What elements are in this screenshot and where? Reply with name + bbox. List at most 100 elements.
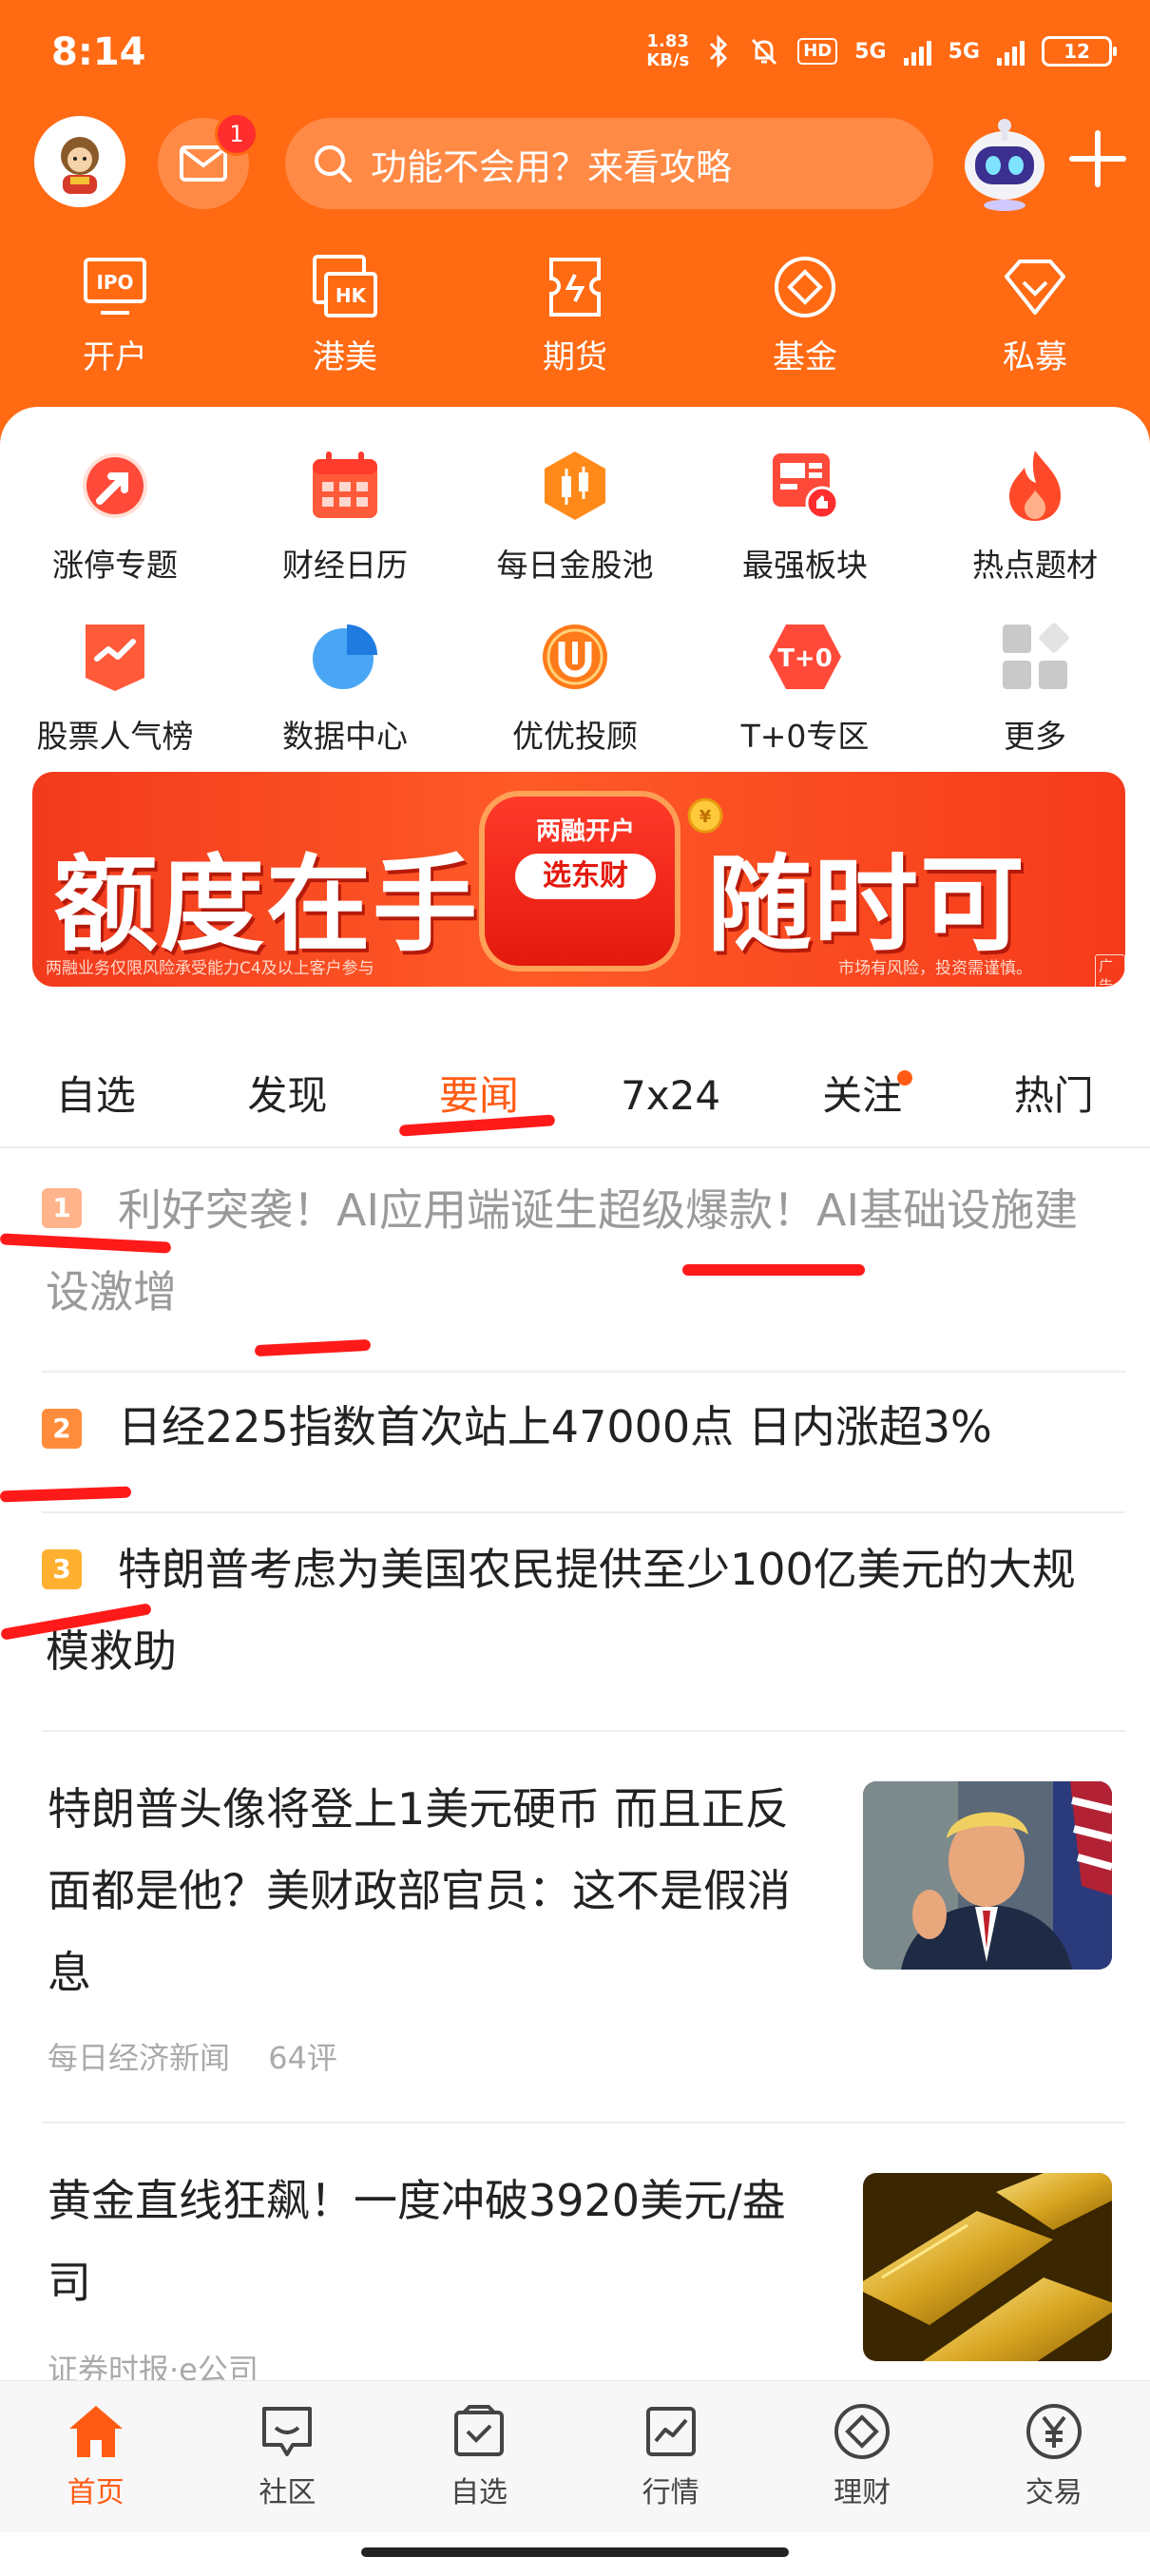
search-icon: [315, 145, 352, 183]
grid-item-more[interactable]: 更多: [920, 616, 1150, 787]
article-title: 黄金直线狂飙！一度冲破3920美元/盎司: [48, 2175, 786, 2308]
ranked-news-title: 日经225指数首次站上47000点 日内涨超3%: [118, 1401, 992, 1452]
grid-item-label: 股票人气榜: [36, 718, 194, 755]
tab-following[interactable]: 关注: [766, 1053, 958, 1146]
svg-text:T+0: T+0: [777, 644, 833, 673]
grid-item-calendar[interactable]: 财经日历: [230, 445, 460, 616]
mute-bell-icon: [752, 38, 777, 66]
search-input[interactable]: 功能不会用？来看攻略: [285, 118, 933, 209]
grid-item-gold-stocks[interactable]: 每日金股池: [460, 445, 690, 616]
bottom-nav-label: 行情: [642, 2476, 700, 2509]
article-meta: 每日经济新闻 64评: [48, 2034, 337, 2078]
banner-badge-main: 选东财: [515, 854, 656, 899]
grid-item-limit-up[interactable]: 涨停专题: [0, 445, 230, 616]
mail-icon: [180, 145, 227, 182]
avatar[interactable]: [34, 116, 125, 207]
ranked-news-item[interactable]: 2 日经225指数首次站上47000点 日内涨超3%: [0, 1390, 1150, 1494]
grid-item-label: 涨停专题: [52, 547, 178, 584]
bottom-nav-trade[interactable]: 交易: [958, 2381, 1150, 2532]
grid-item-label: T+0专区: [740, 718, 870, 755]
banner-left-text: 额度在手: [53, 844, 479, 966]
bottom-nav-community[interactable]: 社区: [192, 2381, 384, 2532]
grid-item-strongest-sector[interactable]: 最强板块: [690, 445, 920, 616]
tab-discover[interactable]: 发现: [192, 1053, 384, 1146]
mascot-avatar-icon: [61, 137, 99, 194]
article-comments: 64评: [268, 2040, 337, 2076]
home-indicator[interactable]: [361, 2547, 789, 2557]
bottom-nav-watchlist[interactable]: 自选: [383, 2381, 575, 2532]
svg-text:IPO: IPO: [96, 271, 133, 294]
grid-item-popular-stocks[interactable]: 股票人气榜: [0, 616, 230, 787]
signal-strength-icon: [903, 37, 931, 66]
ipo-account-icon: IPO: [84, 258, 146, 315]
news-tabs: 自选 发现 要闻 7x24 关注 热门: [0, 1053, 1150, 1148]
gold-coin-icon: ¥: [687, 798, 723, 834]
nav-item-label: 港美: [313, 338, 377, 376]
article-title: 特朗普头像将登上1美元硬币 而且正反面都是他？美财政部官员：这不是假消息: [48, 1783, 791, 1998]
more-grid-icon: [1003, 623, 1069, 689]
network-speed-unit: KB/s: [646, 50, 690, 70]
ranked-news-item[interactable]: 1 利好突袭！AI应用端诞生超级爆款！AI基础设施建设激增: [0, 1169, 1150, 1359]
divider: [42, 1371, 1125, 1373]
grid-item-label: 最强板块: [742, 547, 868, 584]
tab-hot[interactable]: 热门: [958, 1053, 1150, 1146]
gold-bars-thumbnail: [863, 2173, 1112, 2361]
bottom-nav: 首页 社区 自选 行情 理财 交易: [0, 2380, 1150, 2532]
signal-strength-icon-2: [997, 37, 1025, 66]
bottom-nav-home[interactable]: 首页: [0, 2381, 192, 2532]
bottom-nav-label: 首页: [67, 2476, 125, 2509]
network-speed-value: 1.83: [646, 31, 689, 51]
nav-item-label: 基金: [773, 338, 837, 376]
trade-yen-icon: [1025, 2404, 1082, 2459]
nav-item-open-account[interactable]: IPO 开户: [0, 249, 230, 392]
annotation-scribble: [682, 1264, 865, 1276]
bluetooth-icon: [710, 35, 728, 67]
ranked-news-title: 特朗普考虑为美国农民提供至少100亿美元的大规模救助: [46, 1544, 1076, 1677]
nav-item-label: 期货: [543, 338, 607, 376]
tab-watchlist[interactable]: 自选: [0, 1053, 192, 1146]
signal-5g-label-2: 5G: [948, 39, 980, 64]
divider: [42, 1511, 1125, 1513]
news-article[interactable]: 特朗普头像将登上1美元硬币 而且正反面都是他？美财政部官员：这不是假消息 每日经…: [0, 1768, 1150, 2129]
bottom-nav-market[interactable]: 行情: [575, 2381, 767, 2532]
grid-item-t0[interactable]: T+0 T+0专区: [690, 616, 920, 787]
nav-item-futures[interactable]: 期货: [460, 249, 690, 392]
robot-assistant-icon[interactable]: [954, 112, 1055, 213]
calendar-icon: [313, 452, 377, 518]
article-thumbnail: [863, 2173, 1112, 2361]
feature-grid: 涨停专题 财经日历 每日金股池 最强板块 热点题材 股票人气榜 数据中心 优优投…: [0, 445, 1150, 787]
nav-item-label: 开户: [83, 338, 147, 376]
grid-item-data-center[interactable]: 数据中心: [230, 616, 460, 787]
divider: [42, 1730, 1125, 1732]
nav-item-fund[interactable]: 基金: [690, 249, 920, 392]
wealth-diamond-icon: [834, 2404, 891, 2459]
grid-item-advisor[interactable]: 优优投顾: [460, 616, 690, 787]
svg-text:HK: HK: [335, 284, 368, 307]
tab-7x24[interactable]: 7x24: [575, 1053, 767, 1146]
top-row: 1 功能不会用？来看攻略: [0, 112, 1150, 211]
primary-nav: IPO 开户 HK 港美 期货 基金 私募: [0, 249, 1150, 392]
grid-item-label: 财经日历: [282, 547, 408, 584]
signal-5g-label: 5G: [854, 39, 887, 64]
grid-item-hot-topics[interactable]: 热点题材: [920, 445, 1150, 616]
promo-banner[interactable]: 额度在手 随时可用 两融开户 选东财 ¥ 两融业务仅限风险承受能力C4及以上客户…: [32, 772, 1125, 987]
candlestick-hexagon-icon: [545, 452, 605, 520]
status-time: 8:14: [51, 30, 146, 74]
svg-text:¥: ¥: [700, 807, 712, 827]
nav-item-hk-us[interactable]: HK 港美: [230, 249, 460, 392]
header: 8:14 1.83 KB/s HD 5G 5G 12 1 功能不会用？来看攻略 …: [0, 0, 1150, 456]
grid-item-label: 每日金股池: [496, 547, 654, 584]
bottom-nav-wealth[interactable]: 理财: [766, 2381, 958, 2532]
ranked-news-item[interactable]: 3 特朗普考虑为美国农民提供至少100亿美元的大规模救助: [0, 1528, 1150, 1719]
tab-following-label: 关注: [822, 1072, 903, 1119]
pie-chart-icon: [313, 625, 377, 689]
plus-icon[interactable]: [1068, 129, 1127, 188]
t-plus-zero-icon: T+0: [769, 625, 841, 689]
news-article[interactable]: 黄金直线狂飙！一度冲破3920美元/盎司 证券时报·e公司: [0, 2160, 1150, 2388]
advisor-u-icon: [543, 625, 607, 689]
grid-item-label: 更多: [1004, 718, 1066, 755]
person-speaking-thumbnail: [863, 1781, 1112, 1970]
grid-item-label: 数据中心: [282, 718, 408, 755]
nav-item-private-fund[interactable]: 私募: [920, 249, 1150, 392]
search-placeholder: 功能不会用？来看攻略: [371, 145, 733, 188]
